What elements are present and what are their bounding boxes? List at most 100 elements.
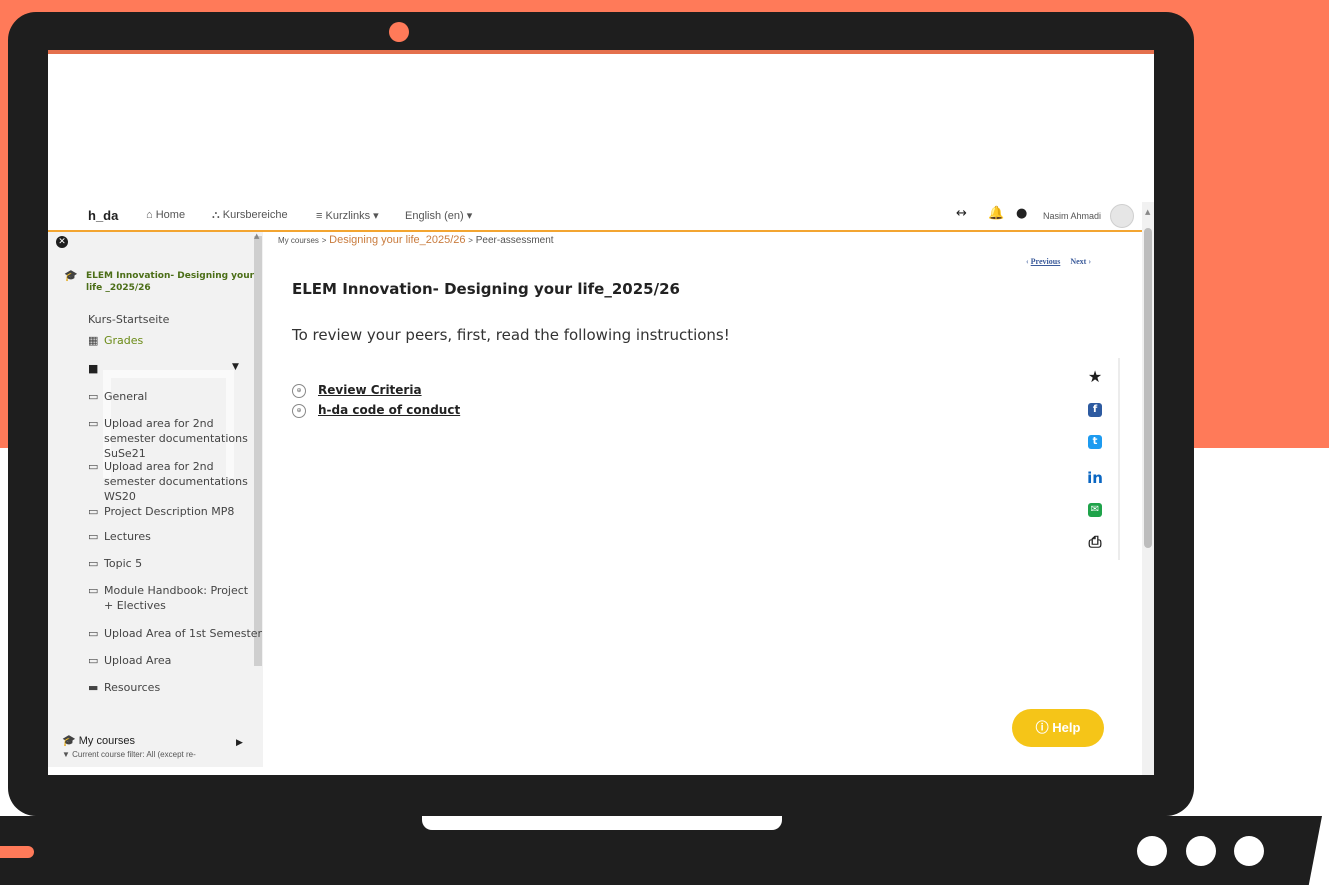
- url-icon: ⊕: [292, 403, 306, 418]
- screen-top-accent: [48, 50, 1154, 54]
- laptop-camera: [389, 22, 409, 42]
- email-icon[interactable]: ✉: [1085, 500, 1105, 520]
- previous-link[interactable]: Previous: [1031, 257, 1061, 266]
- folder-outline-icon: ▭: [88, 417, 99, 430]
- folder-outline-icon: ▭: [88, 557, 99, 570]
- avatar[interactable]: [1110, 204, 1134, 228]
- drawer-section-upload-area[interactable]: ▭ Upload Area: [88, 653, 171, 668]
- drawer-resources[interactable]: ▬ Resources: [88, 680, 160, 695]
- nav-language[interactable]: English (en) ▾: [405, 209, 472, 222]
- graduation-cap-icon: 🎓: [64, 269, 78, 282]
- grades-label: Grades: [104, 334, 144, 347]
- section-label: Upload Area of 1st Semester: [104, 627, 263, 640]
- home-icon: ⌂: [146, 209, 153, 221]
- nav-home-label: Home: [155, 209, 186, 221]
- scroll-up-arrow-icon[interactable]: ▲: [1145, 208, 1150, 216]
- drawer-section-project-mp8[interactable]: ▭ Project Description MP8: [88, 504, 234, 519]
- page-scrollbar-thumb[interactable]: [1144, 228, 1152, 548]
- decorative-dot: [1234, 836, 1264, 866]
- folder-outline-icon: ▭: [88, 505, 99, 518]
- chevron-down-icon[interactable]: ▼: [232, 362, 239, 372]
- laptop-screen: h_da ⌂ Home ⛬ Kursbereiche ≡ Kurzlinks ▾…: [48, 50, 1154, 775]
- course-filter-text: Current course filter: All (except re-: [72, 750, 196, 759]
- course-filter[interactable]: ▼ Current course filter: All (except re-: [62, 750, 196, 759]
- nav-kursbereiche-label: Kursbereiche: [222, 209, 288, 221]
- star-icon[interactable]: ★: [1085, 367, 1105, 387]
- table-icon: ▦: [88, 334, 99, 347]
- help-button[interactable]: ⓘ Help: [1012, 709, 1104, 747]
- drawer-scroll-up-icon[interactable]: ▲: [254, 232, 259, 240]
- decorative-dot: [1137, 836, 1167, 866]
- section-label: Topic 5: [104, 557, 143, 570]
- section-label: Upload area for 2nd semester documentati…: [104, 417, 248, 460]
- twitter-icon[interactable]: t: [1085, 432, 1105, 452]
- chat-icon[interactable]: ●: [1016, 206, 1027, 221]
- chevron-left-icon[interactable]: ‹: [1026, 257, 1029, 266]
- resources-label: Resources: [104, 681, 161, 694]
- nav-home[interactable]: ⌂ Home: [146, 209, 185, 221]
- expand-arrows-icon[interactable]: ↔: [956, 206, 967, 221]
- drawer-section-upload-ws20[interactable]: ▭ Upload area for 2nd semester documentat…: [88, 459, 254, 504]
- sitemap-icon: ⛬: [212, 209, 220, 221]
- code-of-conduct-link[interactable]: h-da code of conduct: [318, 403, 460, 417]
- drawer-section-upload-1st[interactable]: ▭ Upload Area of 1st Semester: [88, 626, 262, 641]
- my-courses-label: My courses: [78, 735, 136, 747]
- drawer-section-general[interactable]: ▭ General: [88, 389, 147, 404]
- folder-outline-icon: ▭: [88, 654, 99, 667]
- decorative-dot: [1186, 836, 1216, 866]
- section-label: General: [104, 390, 148, 403]
- laptop-base-notch: [422, 816, 782, 830]
- print-icon[interactable]: ⎙: [1085, 532, 1105, 552]
- page-title: ELEM Innovation- Designing your life_202…: [292, 280, 680, 298]
- chevron-right-icon[interactable]: ›: [1088, 257, 1091, 266]
- drawer-start-page[interactable]: Kurs-Startseite: [88, 312, 169, 327]
- next-link[interactable]: Next: [1070, 257, 1086, 266]
- my-courses-link[interactable]: 🎓 My courses: [62, 734, 135, 747]
- breadcrumb-current: Peer-assessment: [475, 235, 554, 246]
- folder-outline-icon: ▭: [88, 627, 99, 640]
- drawer-section-upload-suse21[interactable]: ▭ Upload area for 2nd semester documentat…: [88, 416, 254, 461]
- question-circle-icon: ⓘ: [1035, 720, 1049, 735]
- intro-text: To review your peers, first, read the fo…: [292, 326, 730, 344]
- linkedin-icon[interactable]: in: [1085, 468, 1105, 488]
- folder-icon[interactable]: ■: [88, 362, 98, 375]
- bell-icon[interactable]: 🔔: [988, 206, 1004, 221]
- menu-icon: ≡: [316, 210, 323, 222]
- top-navbar: h_da ⌂ Home ⛬ Kursbereiche ≡ Kurzlinks ▾…: [48, 202, 1142, 232]
- link-review-criteria[interactable]: ⊕ Review Criteria: [292, 383, 422, 398]
- breadcrumb: My courses > Designing your life_2025/26…: [278, 234, 554, 246]
- drawer-scrollbar[interactable]: [254, 236, 262, 666]
- link-code-of-conduct[interactable]: ⊕ h-da code of conduct: [292, 403, 460, 418]
- review-criteria-link[interactable]: Review Criteria: [318, 383, 422, 397]
- section-label: Project Description MP8: [104, 505, 235, 518]
- filter-icon: ▼: [62, 750, 70, 759]
- chevron-right-icon[interactable]: ▶: [236, 738, 243, 748]
- drawer-section-lectures[interactable]: ▭ Lectures: [88, 529, 151, 544]
- section-label: Upload area for 2nd semester documentati…: [104, 460, 248, 503]
- decorative-stripe: [0, 846, 34, 858]
- drawer-section-module-handbook[interactable]: ▭ Module Handbook: Project + Electives: [88, 583, 254, 613]
- help-label: Help: [1052, 720, 1081, 735]
- breadcrumb-my-courses[interactable]: My courses: [278, 236, 319, 245]
- user-name[interactable]: Nasim Ahmadi: [1043, 211, 1101, 221]
- nav-kurzlinks[interactable]: ≡ Kurzlinks ▾: [316, 209, 379, 222]
- nav-kurzlinks-label: Kurzlinks ▾: [325, 210, 379, 222]
- brand-logo[interactable]: h_da: [88, 208, 118, 223]
- folder-outline-icon: ▭: [88, 390, 99, 403]
- archive-icon: ▬: [88, 681, 99, 694]
- share-bar: [1072, 358, 1120, 560]
- close-drawer-icon[interactable]: ✕: [56, 236, 68, 248]
- drawer-grades[interactable]: ▦ Grades: [88, 333, 143, 348]
- folder-outline-icon: ▭: [88, 460, 99, 473]
- drawer-course-title[interactable]: ELEM Innovation- Designing your life _20…: [86, 270, 256, 294]
- nav-kursbereiche[interactable]: ⛬ Kursbereiche: [212, 209, 288, 222]
- section-label: Lectures: [104, 530, 151, 543]
- url-icon: ⊕: [292, 383, 306, 398]
- drawer-section-topic5[interactable]: ▭ Topic 5: [88, 556, 142, 571]
- graduation-cap-icon: 🎓: [62, 735, 76, 747]
- breadcrumb-course[interactable]: Designing your life_2025/26: [329, 234, 465, 246]
- section-label: Upload Area: [104, 654, 172, 667]
- folder-outline-icon: ▭: [88, 530, 99, 543]
- folder-outline-icon: ▭: [88, 584, 99, 597]
- facebook-icon[interactable]: f: [1085, 400, 1105, 420]
